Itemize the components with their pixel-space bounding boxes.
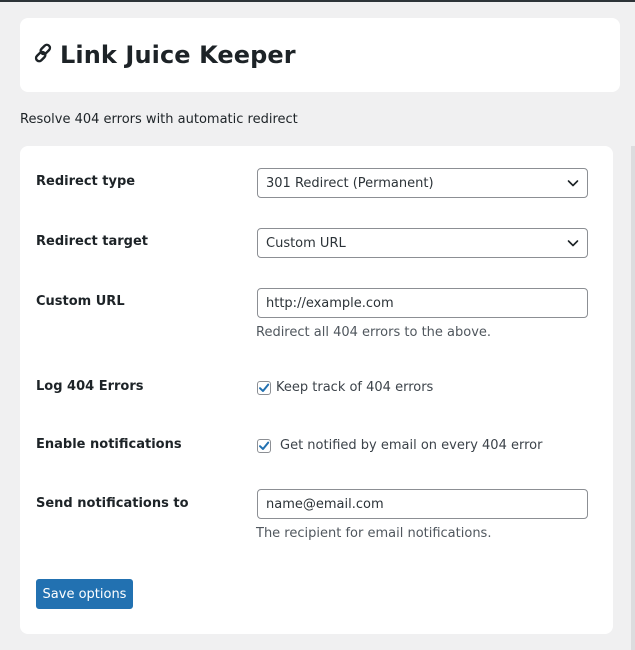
page-subtitle: Resolve 404 errors with automatic redire… [20, 112, 298, 127]
redirect-type-label: Redirect type [36, 174, 136, 189]
redirect-target-select[interactable]: Custom URL [257, 228, 588, 258]
chevron-down-icon [567, 180, 579, 187]
redirect-target-label: Redirect target [36, 234, 148, 249]
settings-form: Redirect type 301 Redirect (Permanent) R… [20, 146, 613, 634]
custom-url-help: Redirect all 404 errors to the above. [256, 325, 492, 340]
log-errors-checkbox[interactable] [257, 380, 271, 395]
log-errors-label: Log 404 Errors [36, 379, 144, 394]
notify-email-value: name@email.com [266, 496, 384, 512]
checkmark-icon [259, 441, 270, 450]
redirect-type-select[interactable]: 301 Redirect (Permanent) [257, 168, 588, 198]
notifications-checkbox[interactable] [257, 438, 271, 453]
custom-url-input[interactable]: http://example.com [257, 288, 588, 318]
page-title: Link Juice Keeper [60, 41, 296, 69]
notify-email-input[interactable]: name@email.com [257, 489, 588, 519]
notify-email-label: Send notifications to [36, 496, 189, 511]
custom-url-value: http://example.com [266, 295, 394, 311]
link-icon [32, 42, 54, 64]
notifications-checkbox-label[interactable]: Get notified by email on every 404 error [280, 438, 542, 453]
redirect-type-value: 301 Redirect (Permanent) [266, 175, 434, 191]
scroll-edge [631, 146, 635, 650]
save-options-button[interactable]: Save options [36, 579, 133, 609]
redirect-target-value: Custom URL [266, 235, 346, 251]
page-header: Link Juice Keeper [20, 18, 620, 92]
log-errors-option[interactable]: Keep track of 404 errors [257, 380, 433, 395]
notify-email-help: The recipient for email notifications. [256, 526, 492, 541]
notifications-option[interactable]: Get notified by email on every 404 error [257, 438, 542, 453]
log-errors-checkbox-label[interactable]: Keep track of 404 errors [276, 380, 433, 395]
custom-url-label: Custom URL [36, 294, 125, 309]
notifications-label: Enable notifications [36, 437, 182, 452]
chevron-down-icon [567, 240, 579, 247]
admin-top-bar [0, 0, 635, 2]
checkmark-icon [259, 383, 270, 392]
